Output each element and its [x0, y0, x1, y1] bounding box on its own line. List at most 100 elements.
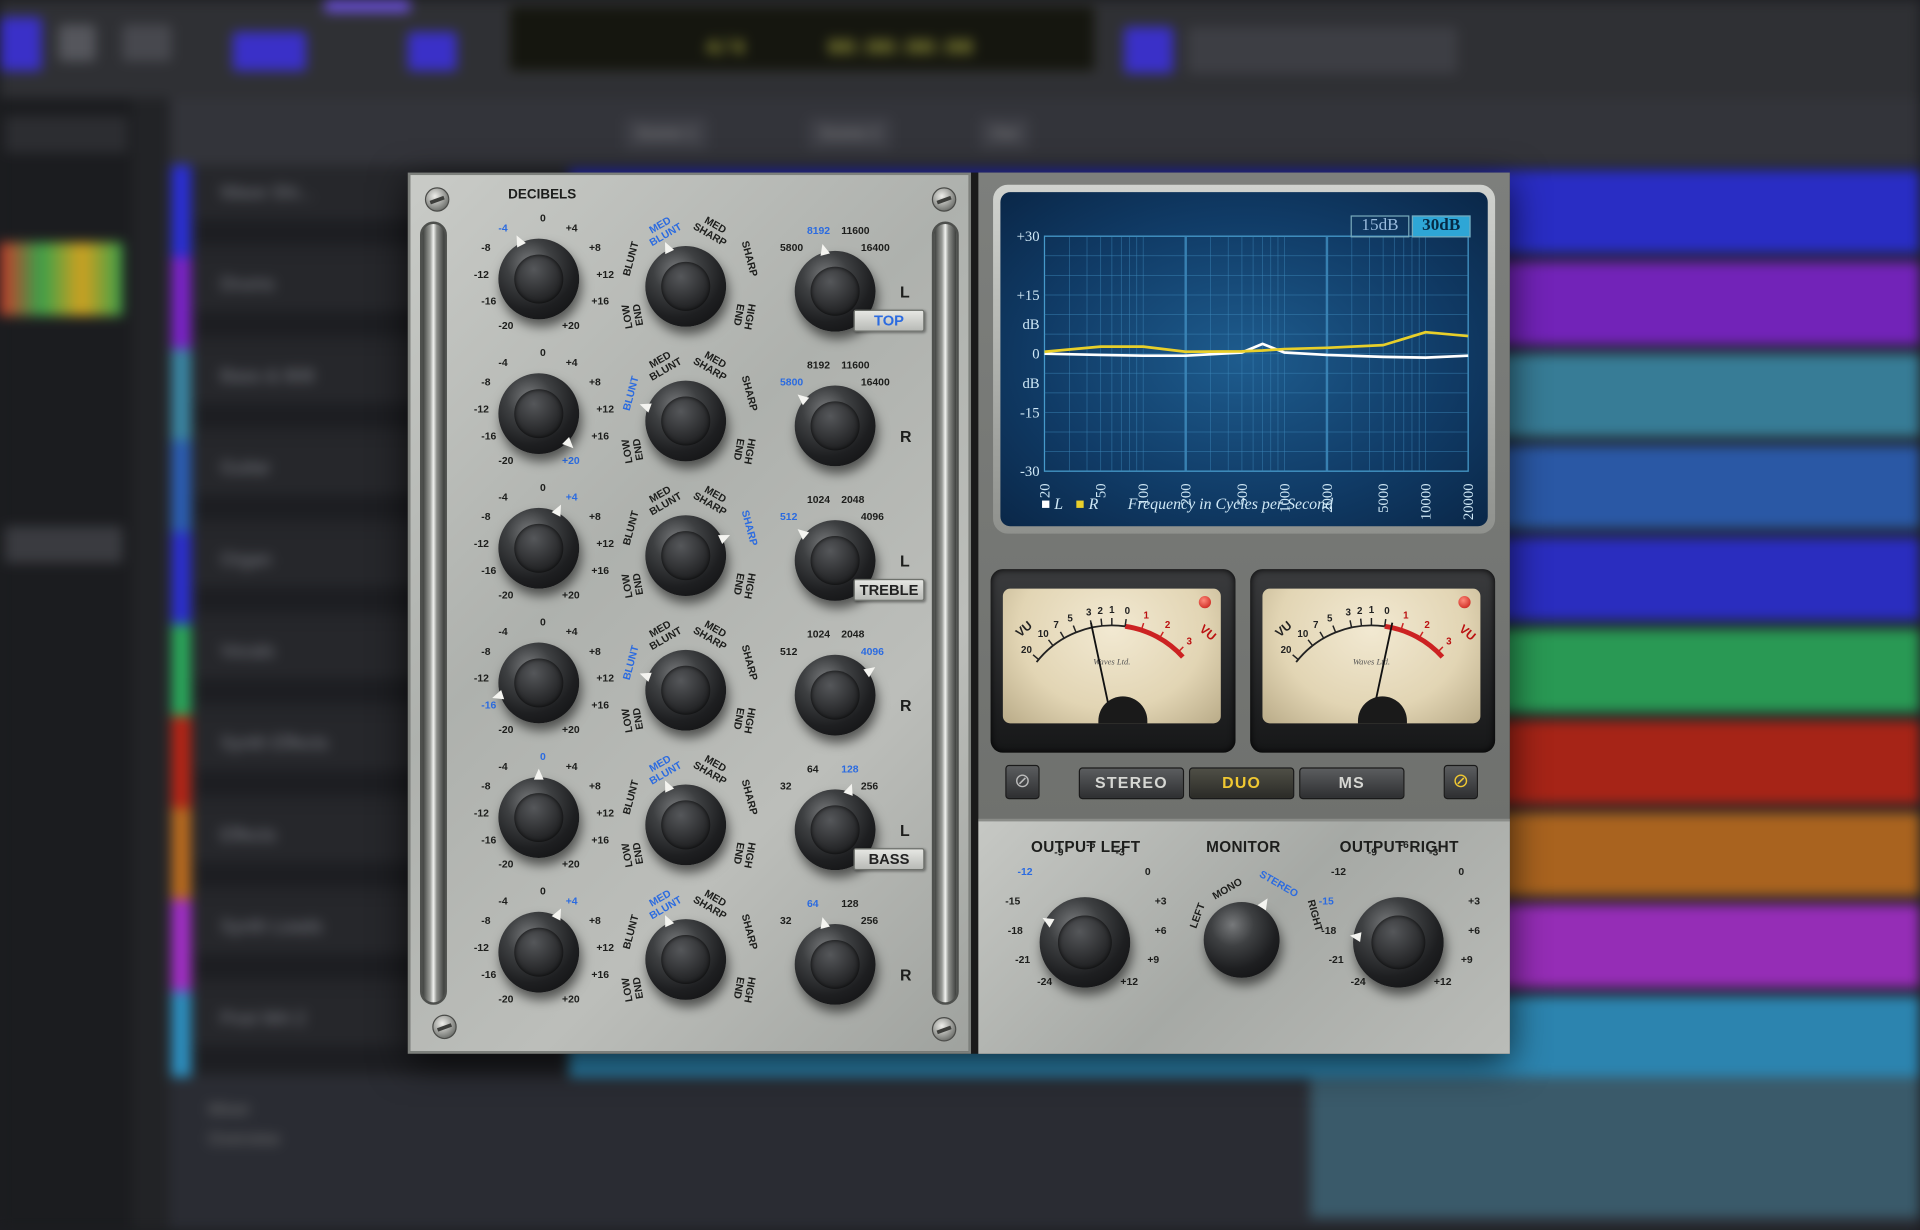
monitor-knob[interactable] [1203, 901, 1280, 978]
frequency-knob[interactable] [794, 924, 876, 1005]
range-15db-button[interactable]: 15dB [1350, 215, 1410, 238]
monitor-option-label[interactable]: MONO [1210, 875, 1244, 902]
daw-toolbar-button[interactable] [1187, 26, 1458, 74]
vu-tick [1332, 625, 1337, 633]
browser-item[interactable] [4, 116, 128, 153]
track-color-stripe [171, 715, 192, 808]
gain-scale-label: +20 [562, 857, 580, 871]
shape-scale-label: LOW END [619, 302, 646, 330]
gain-scale-label: -20 [498, 319, 514, 332]
gain-knob[interactable] [498, 777, 580, 858]
shape-knob[interactable] [645, 649, 727, 731]
daw-toolbar-button[interactable] [232, 31, 307, 71]
bypass-icon[interactable]: ⊘ [1005, 764, 1040, 800]
gain-scale-label: -4 [498, 356, 508, 369]
y-tick-label: dB [1022, 317, 1039, 333]
gain-scale-label: +4 [565, 490, 578, 504]
gain-knob[interactable] [498, 642, 580, 724]
daw-toolbar-button[interactable] [122, 24, 172, 62]
monitor-label: MONITOR [1206, 838, 1281, 856]
vu-scale-label: 3 [1086, 608, 1092, 619]
vu-scale-label: 0 [1125, 606, 1131, 617]
shape-label-word: BLUNT [620, 509, 641, 547]
section-tag-top[interactable]: TOP [853, 309, 925, 332]
y-tick-label: dB [1022, 376, 1039, 392]
browser-item[interactable] [4, 526, 123, 563]
vu-scale-label: 2 [1097, 606, 1103, 617]
gain-scale-label: -20 [498, 723, 514, 736]
daw-toolbar-button[interactable] [1124, 26, 1174, 74]
daw-toolbar-button[interactable] [407, 31, 457, 71]
output-scale-label: -9 [1054, 845, 1064, 858]
gain-scale-label: +8 [588, 779, 601, 792]
shape-knob[interactable] [645, 380, 727, 462]
vu-scale-label: 1 [1144, 611, 1150, 622]
frequency-knob[interactable] [794, 385, 876, 467]
frequency-scale-label: 128 [841, 762, 859, 775]
section-tag-bass[interactable]: BASS [853, 848, 925, 871]
gain-scale-label: -20 [498, 857, 514, 871]
gain-knob[interactable] [498, 911, 580, 993]
shape-scale-label: HIGH END [731, 840, 758, 869]
output-scale-label: -15 [1318, 894, 1334, 907]
section-tag-treble[interactable]: TREBLE [853, 578, 925, 601]
monitor-option-label[interactable]: STEREO [1257, 868, 1300, 900]
shape-knob[interactable] [645, 784, 727, 866]
track-name: Guitar [220, 457, 271, 479]
track-name: Synth Effects [220, 733, 329, 754]
gain-scale-label: -20 [498, 992, 514, 1005]
stereo-mode-button[interactable]: STEREO [1078, 767, 1185, 800]
daw-toolbar-button[interactable] [0, 17, 42, 71]
daw-toolbar-button[interactable] [58, 24, 96, 62]
ruler-tab[interactable]: Out [979, 117, 1030, 150]
daw-browser-panel [0, 97, 133, 1230]
link-icon[interactable]: ⊘ [1443, 764, 1478, 800]
vu-meter-left: 20 10 7 5 3 2 1 0 1 2 3 VU VU Waves Ltd. [990, 569, 1236, 753]
gain-scale-label: 0 [540, 346, 546, 359]
vu-label: VU [1273, 618, 1295, 640]
shape-knob[interactable] [645, 245, 727, 327]
frequency-scale-label: 11600 [841, 223, 870, 237]
shape-knob[interactable] [645, 919, 727, 1000]
eq-display-panel: +30 +15 dB 0 dB -15 -30 20 50 100 200 500 1000 2000 50… [978, 172, 1510, 1054]
frequency-knob[interactable] [794, 654, 876, 736]
frequency-scale-label: 16400 [860, 241, 890, 254]
output-scale-label: -24 [1037, 975, 1053, 988]
monitor-option-label[interactable]: LEFT [1187, 901, 1207, 930]
decibels-header: DECIBELS [508, 187, 577, 202]
vu-tick [1319, 631, 1325, 639]
daw-toolbar-button[interactable] [324, 0, 411, 13]
output-right-knob[interactable] [1353, 897, 1444, 988]
vu-scale-label: 2 [1357, 606, 1363, 617]
ms-mode-button[interactable]: MS [1299, 767, 1405, 800]
overview-label[interactable]: Overview [208, 1128, 279, 1148]
x-tick-label: 20 [1037, 483, 1053, 498]
output-scale-label: -18 [1007, 924, 1023, 937]
ruler-tab[interactable]: Scene 2 [808, 117, 892, 150]
frequency-scale-label: 64 [806, 762, 819, 775]
track-color-stripe [171, 899, 192, 992]
color-swatches[interactable] [0, 242, 123, 316]
gain-scale-label: +20 [562, 454, 580, 467]
gain-knob[interactable] [498, 373, 580, 455]
shape-label-word: SHARP [739, 239, 761, 278]
gain-scale-label: +16 [591, 833, 610, 846]
output-scale-label: +9 [1460, 953, 1473, 966]
duo-mode-button[interactable]: DUO [1188, 767, 1295, 800]
track-name: Drums [220, 274, 275, 295]
screen: 4/4 00:00:00:00 Scene 1 Scene 2 Out Wave… [0, 0, 1920, 1230]
vu-label: VU [1456, 622, 1478, 644]
gain-knob[interactable] [498, 507, 580, 589]
shape-knob[interactable] [645, 515, 727, 597]
gain-scale-label: -8 [481, 779, 491, 792]
track-color-stripe [171, 257, 192, 349]
vu-tick [1032, 654, 1040, 661]
output-left-knob[interactable] [1039, 897, 1131, 988]
gain-knob[interactable] [498, 238, 580, 320]
mixer-label[interactable]: Mixer [208, 1099, 250, 1119]
gain-scale-label: 0 [540, 615, 546, 628]
ruler-tab[interactable]: Scene 1 [624, 117, 708, 150]
range-30db-button[interactable]: 30dB [1411, 215, 1471, 238]
gain-scale-label: +12 [596, 537, 614, 550]
gain-scale-label: -16 [481, 968, 497, 981]
